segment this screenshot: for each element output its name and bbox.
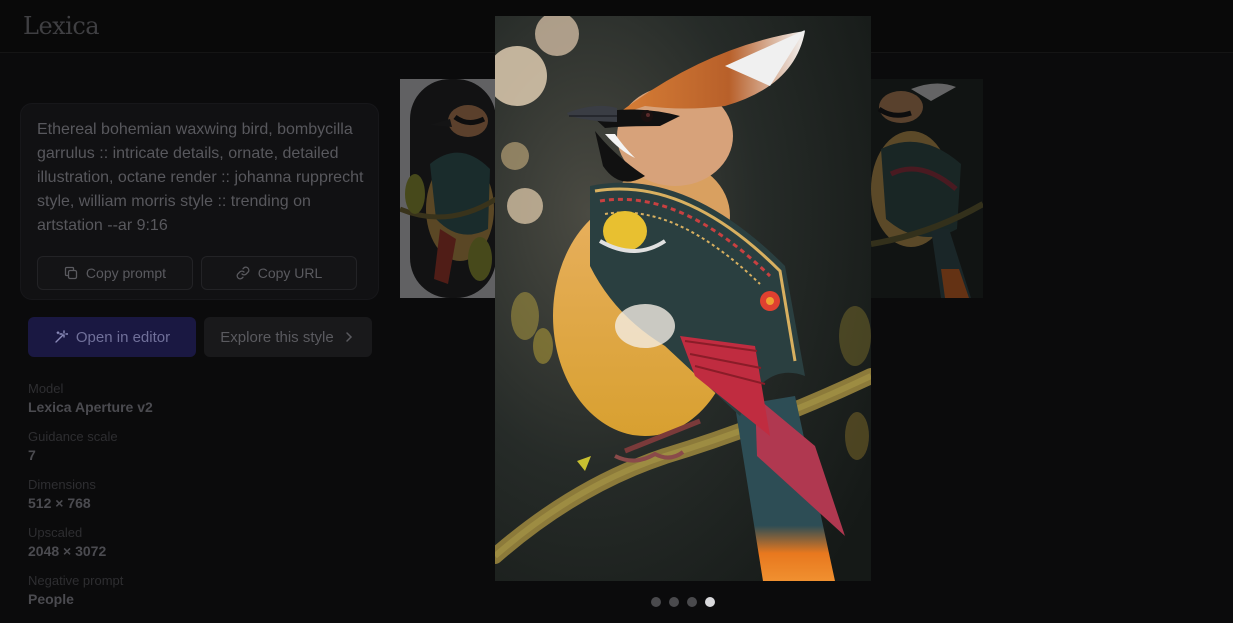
prompt-text: Ethereal bohemian waxwing bird, bombycil… xyxy=(37,121,364,234)
open-in-editor-label: Open in editor xyxy=(75,328,171,346)
dimensions-info: Dimensions 512 × 768 xyxy=(28,477,96,512)
carousel-thumbnail-next[interactable] xyxy=(871,79,983,298)
copy-prompt-label: Copy prompt xyxy=(85,265,167,281)
magic-wand-icon xyxy=(55,330,68,343)
upscaled-info: Upscaled 2048 × 3072 xyxy=(28,525,106,560)
upscaled-value: 2048 × 3072 xyxy=(28,543,107,559)
lexica-logo[interactable]: Lexica xyxy=(23,12,100,40)
waxwing-bird-image xyxy=(495,16,871,581)
carousel-dot-2[interactable] xyxy=(669,597,679,607)
carousel-dot-1[interactable] xyxy=(651,597,661,607)
prompt-card: Ethereal bohemian waxwing bird, bombycil… xyxy=(20,103,379,300)
explore-style-button[interactable]: Explore this style xyxy=(204,317,372,357)
upscaled-label: Upscaled xyxy=(28,525,83,540)
carousel-dot-4[interactable] xyxy=(705,597,715,607)
main-image[interactable] xyxy=(495,16,871,581)
waxwing-bird-thumbnail-image xyxy=(871,79,983,298)
dimensions-label: Dimensions xyxy=(28,477,96,492)
negative-prompt-value: People xyxy=(28,591,74,607)
model-info: Model Lexica Aperture v2 xyxy=(28,381,153,416)
open-in-editor-button[interactable]: Open in editor xyxy=(28,317,196,357)
carousel-thumbnail-previous[interactable] xyxy=(400,79,496,298)
copy-icon xyxy=(64,266,78,280)
waxwing-bird-thumbnail-image xyxy=(400,79,496,298)
copy-url-label: Copy URL xyxy=(257,265,323,281)
copy-url-button[interactable]: Copy URL xyxy=(201,256,357,290)
model-label: Model xyxy=(28,381,64,396)
negative-prompt-label: Negative prompt xyxy=(28,573,124,588)
model-value: Lexica Aperture v2 xyxy=(28,399,153,415)
guidance-scale-value: 7 xyxy=(28,447,36,463)
copy-prompt-button[interactable]: Copy prompt xyxy=(37,256,193,290)
dimensions-value: 512 × 768 xyxy=(28,495,91,511)
guidance-scale-info: Guidance scale 7 xyxy=(28,429,118,464)
carousel-dots xyxy=(651,597,715,607)
guidance-scale-label: Guidance scale xyxy=(28,429,118,444)
negative-prompt-info: Negative prompt People xyxy=(28,573,123,608)
carousel-dot-3[interactable] xyxy=(687,597,697,607)
chevron-right-icon xyxy=(345,332,352,342)
link-icon xyxy=(236,266,250,280)
explore-style-label: Explore this style xyxy=(220,328,334,346)
